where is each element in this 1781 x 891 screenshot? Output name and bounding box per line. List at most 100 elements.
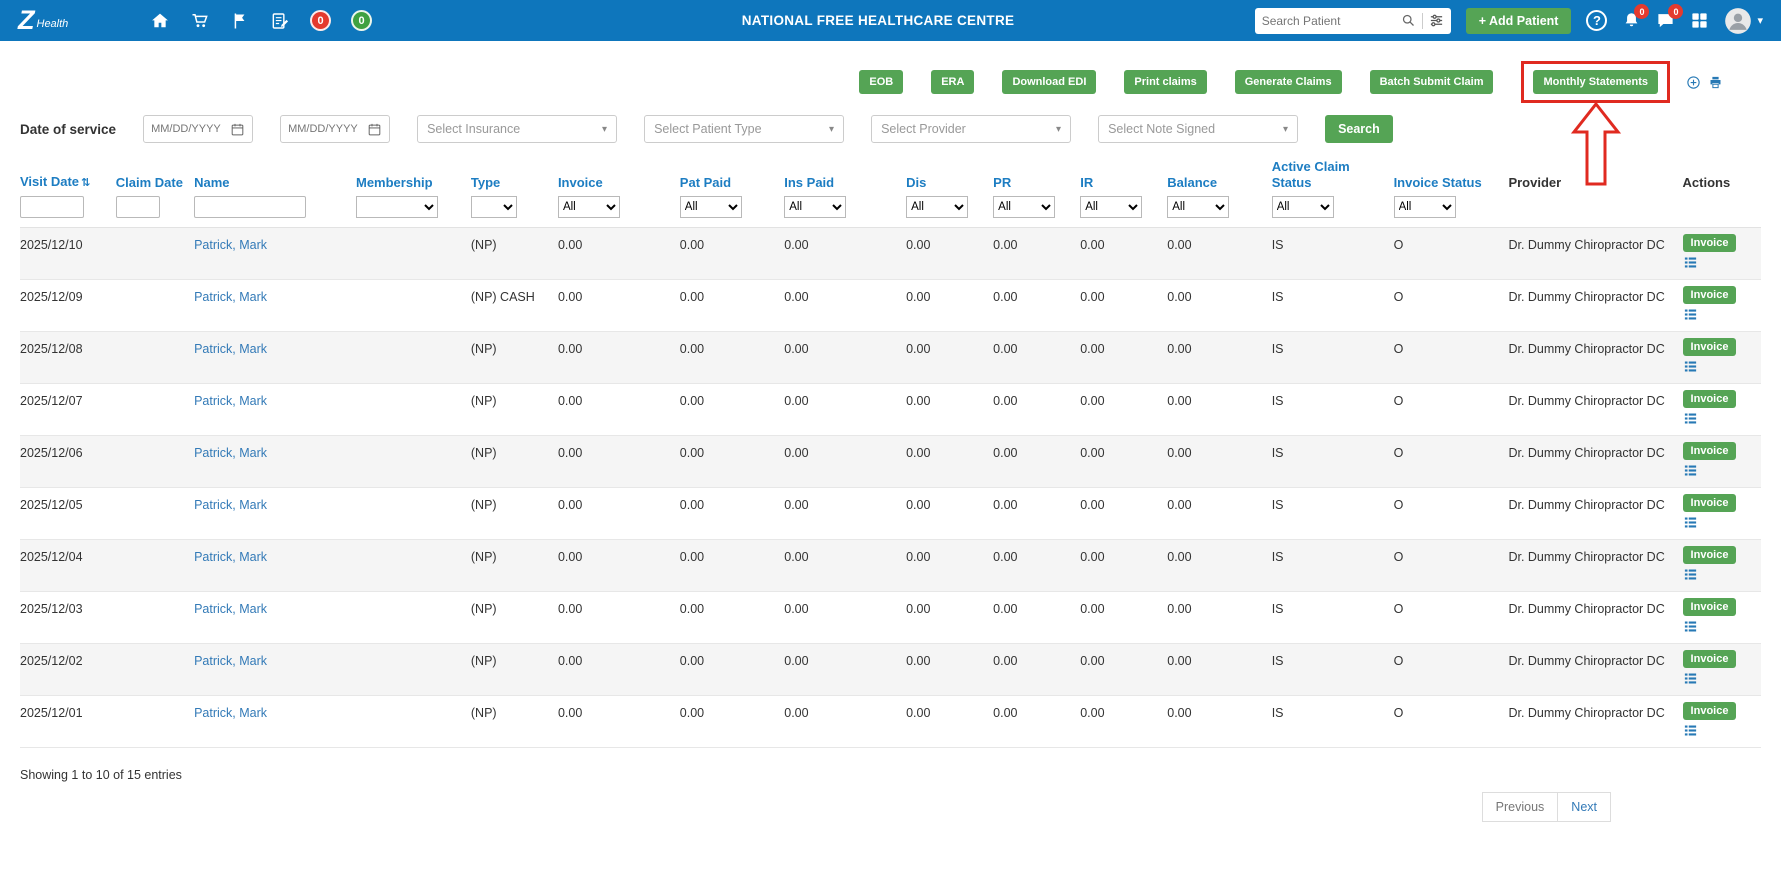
invoice-list-icon[interactable]	[1683, 671, 1698, 686]
add-circle-icon[interactable]	[1686, 75, 1701, 90]
col-header-ins-paid[interactable]: Ins Paid	[784, 171, 906, 195]
apps-grid-icon[interactable]	[1690, 11, 1709, 30]
invoice-button[interactable]: Invoice	[1683, 286, 1737, 304]
app-logo[interactable]: Z Health	[18, 9, 136, 32]
pat-paid-filter-select[interactable]: All	[680, 196, 742, 218]
notes-icon[interactable]	[270, 11, 290, 31]
invoice-button[interactable]: Invoice	[1683, 234, 1737, 252]
invoice-button[interactable]: Invoice	[1683, 442, 1737, 460]
type-filter-select[interactable]	[471, 196, 517, 218]
notifications-wrap[interactable]: 0	[1622, 11, 1641, 30]
invoice-status-filter-select[interactable]: All	[1394, 196, 1456, 218]
eob-button[interactable]: EOB	[859, 70, 903, 94]
ins-paid-cell: 0.00	[784, 332, 906, 383]
col-header-invoice[interactable]: Invoice	[558, 171, 680, 195]
patient-name-link[interactable]: Patrick, Mark	[194, 446, 267, 460]
calendar-icon[interactable]	[367, 122, 382, 137]
insurance-select[interactable]: Select Insurance ▾	[417, 115, 617, 143]
col-header-membership[interactable]: Membership	[356, 171, 471, 195]
dis-filter-select[interactable]: All	[906, 196, 968, 218]
invoice-list-icon[interactable]	[1683, 567, 1698, 582]
sort-icon[interactable]: ⇅	[81, 177, 90, 189]
avatar[interactable]	[1724, 7, 1752, 35]
claim-date-filter-input[interactable]	[116, 196, 160, 218]
patient-name-link[interactable]: Patrick, Mark	[194, 394, 267, 408]
search-icon[interactable]	[1401, 13, 1416, 28]
generate-claims-button[interactable]: Generate Claims	[1235, 70, 1342, 94]
dis-cell: 0.00	[906, 488, 993, 539]
invoice-list-icon[interactable]	[1683, 463, 1698, 478]
flag-icon[interactable]	[230, 11, 250, 31]
user-menu[interactable]: ▾	[1724, 7, 1763, 35]
col-header-dis[interactable]: Dis	[906, 171, 993, 195]
search-input[interactable]	[1262, 14, 1401, 28]
col-header-ir[interactable]: IR	[1080, 171, 1167, 195]
home-icon[interactable]	[150, 11, 170, 31]
invoice-list-icon[interactable]	[1683, 307, 1698, 322]
invoice-list-icon[interactable]	[1683, 411, 1698, 426]
print-icon[interactable]	[1708, 75, 1723, 90]
invoice-list-icon[interactable]	[1683, 359, 1698, 374]
counter-badge-red[interactable]: 0	[310, 10, 331, 31]
next-page-button[interactable]: Next	[1557, 792, 1611, 822]
provider-select[interactable]: Select Provider ▾	[871, 115, 1071, 143]
previous-page-button[interactable]: Previous	[1482, 792, 1559, 822]
col-header-balance[interactable]: Balance	[1167, 171, 1271, 195]
note-signed-select[interactable]: Select Note Signed ▾	[1098, 115, 1298, 143]
col-header-invoice-status[interactable]: Invoice Status	[1394, 171, 1509, 195]
search-button[interactable]: Search	[1325, 115, 1393, 143]
col-header-active-claim-status[interactable]: Active Claim Status	[1272, 155, 1394, 194]
col-header-pat-paid[interactable]: Pat Paid	[680, 171, 784, 195]
invoice-button[interactable]: Invoice	[1683, 390, 1737, 408]
ir-filter-select[interactable]: All	[1080, 196, 1142, 218]
col-header-name[interactable]: Name	[194, 171, 356, 195]
col-header-visit-date[interactable]: Visit Date⇅	[20, 170, 116, 194]
add-patient-button[interactable]: + Add Patient	[1466, 8, 1572, 34]
cart-icon[interactable]	[190, 11, 210, 31]
invoice-button[interactable]: Invoice	[1683, 338, 1737, 356]
balance-filter-select[interactable]: All	[1167, 196, 1229, 218]
col-header-pr[interactable]: PR	[993, 171, 1080, 195]
messages-wrap[interactable]: 0	[1656, 11, 1675, 30]
invoice-list-icon[interactable]	[1683, 255, 1698, 270]
search-filter-sliders-icon[interactable]	[1429, 13, 1444, 28]
invoice-button[interactable]: Invoice	[1683, 494, 1737, 512]
invoice-list-icon[interactable]	[1683, 723, 1698, 738]
patient-name-link[interactable]: Patrick, Mark	[194, 550, 267, 564]
counter-badge-green[interactable]: 0	[351, 10, 372, 31]
active-claim-status-filter-select[interactable]: All	[1272, 196, 1334, 218]
invoice-list-icon[interactable]	[1683, 619, 1698, 634]
invoice-button[interactable]: Invoice	[1683, 598, 1737, 616]
name-cell: Patrick, Mark	[194, 488, 356, 539]
patient-name-link[interactable]: Patrick, Mark	[194, 238, 267, 252]
date-to-input[interactable]	[288, 123, 367, 135]
patient-name-link[interactable]: Patrick, Mark	[194, 290, 267, 304]
pr-filter-select[interactable]: All	[993, 196, 1055, 218]
calendar-icon[interactable]	[230, 122, 245, 137]
membership-filter-select[interactable]	[356, 196, 438, 218]
invoice-button[interactable]: Invoice	[1683, 650, 1737, 668]
patient-name-link[interactable]: Patrick, Mark	[194, 498, 267, 512]
print-claims-button[interactable]: Print claims	[1124, 70, 1206, 94]
help-icon[interactable]: ?	[1586, 10, 1607, 31]
patient-name-link[interactable]: Patrick, Mark	[194, 602, 267, 616]
date-from-input[interactable]	[151, 123, 230, 135]
invoice-button[interactable]: Invoice	[1683, 702, 1737, 720]
invoice-button[interactable]: Invoice	[1683, 546, 1737, 564]
invoice-list-icon[interactable]	[1683, 515, 1698, 530]
ins-paid-filter-select[interactable]: All	[784, 196, 846, 218]
col-header-claim-date[interactable]: Claim Date	[116, 171, 194, 195]
era-button[interactable]: ERA	[931, 70, 974, 94]
name-filter-input[interactable]	[194, 196, 306, 218]
visit-date-filter-input[interactable]	[20, 196, 84, 218]
patient-name-link[interactable]: Patrick, Mark	[194, 342, 267, 356]
monthly-statements-button[interactable]: Monthly Statements	[1533, 70, 1658, 94]
patient-name-link[interactable]: Patrick, Mark	[194, 706, 267, 720]
patient-type-select[interactable]: Select Patient Type ▾	[644, 115, 844, 143]
pat-paid-cell: 0.00	[680, 436, 784, 487]
batch-submit-claim-button[interactable]: Batch Submit Claim	[1370, 70, 1494, 94]
col-header-type[interactable]: Type	[471, 171, 558, 195]
download-edi-button[interactable]: Download EDI	[1002, 70, 1096, 94]
invoice-filter-select[interactable]: All	[558, 196, 620, 218]
patient-name-link[interactable]: Patrick, Mark	[194, 654, 267, 668]
